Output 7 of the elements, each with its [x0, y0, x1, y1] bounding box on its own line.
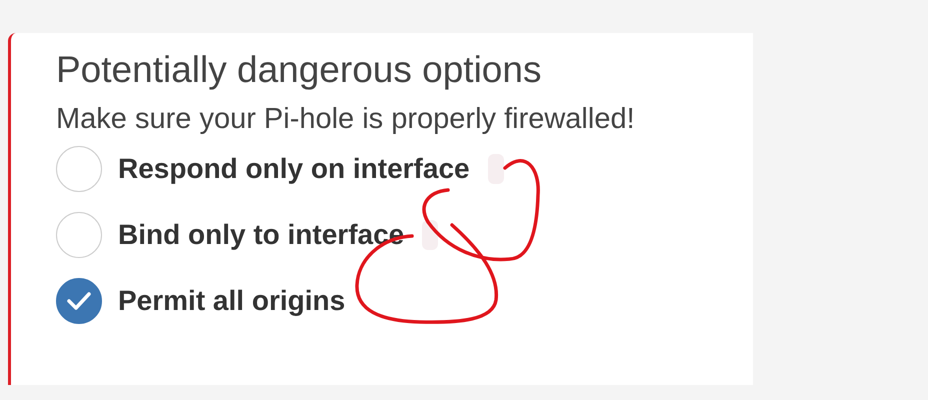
radio-button[interactable]: [56, 278, 102, 324]
panel-title: Potentially dangerous options: [56, 49, 542, 91]
option-label[interactable]: Permit all origins: [118, 285, 346, 317]
option-label[interactable]: Respond only on interface: [118, 153, 470, 185]
warning-text: Make sure your Pi-hole is properly firewalled!: [56, 103, 635, 136]
option-label[interactable]: Bind only to interface: [118, 219, 404, 251]
check-icon: [66, 291, 92, 311]
